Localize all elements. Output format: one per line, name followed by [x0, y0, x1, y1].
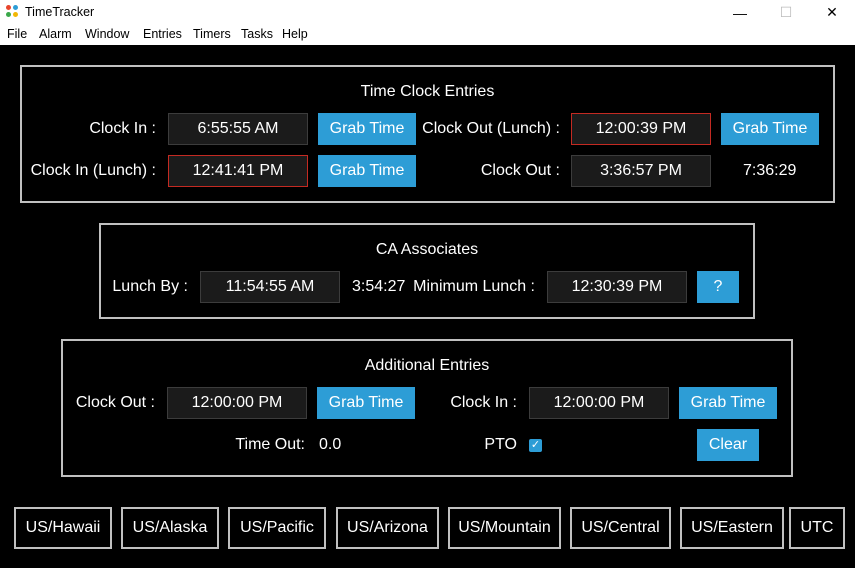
timezone-us-mountain-button[interactable]: US/Mountain — [448, 507, 561, 549]
pto-label: PTO — [484, 436, 517, 453]
lunch-by-label: Lunch By : — [112, 278, 188, 295]
ca-associates-title: CA Associates — [375, 241, 479, 258]
menu-bar: File Alarm Window Entries Timers Tasks H… — [0, 25, 855, 45]
minimize-button[interactable]: — — [717, 0, 763, 25]
additional-clock-out-label: Clock Out : — [75, 394, 155, 411]
app-icon — [6, 5, 19, 18]
menu-entries[interactable]: Entries — [143, 27, 182, 41]
clock-in-field[interactable]: 6:55:55 AM — [168, 113, 308, 145]
timezone-utc-button[interactable]: UTC — [789, 507, 845, 549]
clock-out-label: Clock Out : — [480, 162, 560, 179]
clock-in-grab-time-button[interactable]: Grab Time — [318, 113, 416, 145]
lunch-by-field[interactable]: 11:54:55 AM — [200, 271, 340, 303]
clock-in-label: Clock In : — [89, 120, 156, 137]
menu-file[interactable]: File — [7, 27, 27, 41]
window-title: TimeTracker — [25, 5, 95, 19]
additional-clock-in-grab-time-button[interactable]: Grab Time — [679, 387, 777, 419]
minimum-lunch-field[interactable]: 12:30:39 PM — [547, 271, 687, 303]
menu-tasks[interactable]: Tasks — [241, 27, 273, 41]
timezone-us-arizona-button[interactable]: US/Arizona — [336, 507, 439, 549]
close-button[interactable]: ✕ — [809, 0, 855, 25]
minimum-lunch-label: Minimum Lunch : — [413, 278, 535, 295]
lunch-remaining-value: 3:54:27 — [352, 278, 406, 295]
clear-button[interactable]: Clear — [697, 429, 759, 461]
maximize-button[interactable]: ☐ — [763, 0, 809, 25]
title-bar: TimeTracker — ☐ ✕ — [0, 0, 855, 25]
menu-help[interactable]: Help — [282, 27, 308, 41]
total-hours-value: 7:36:29 — [743, 162, 797, 179]
clock-out-field[interactable]: 3:36:57 PM — [571, 155, 711, 187]
time-out-label: Time Out: — [235, 436, 305, 453]
time-out-value: 0.0 — [319, 436, 342, 453]
menu-timers[interactable]: Timers — [193, 27, 231, 41]
additional-clock-out-field[interactable]: 12:00:00 PM — [167, 387, 307, 419]
additional-clock-out-grab-time-button[interactable]: Grab Time — [317, 387, 415, 419]
clock-out-lunch-label: Clock Out (Lunch) : — [422, 120, 560, 137]
timezone-us-eastern-button[interactable]: US/Eastern — [680, 507, 784, 549]
menu-alarm[interactable]: Alarm — [39, 27, 72, 41]
time-clock-entries-title: Time Clock Entries — [360, 83, 495, 100]
clock-out-lunch-grab-time-button[interactable]: Grab Time — [721, 113, 819, 145]
timezone-us-central-button[interactable]: US/Central — [570, 507, 671, 549]
clock-in-lunch-field[interactable]: 12:41:41 PM — [168, 155, 308, 187]
timezone-us-alaska-button[interactable]: US/Alaska — [121, 507, 219, 549]
additional-entries-title: Additional Entries — [364, 357, 490, 374]
checkmark-icon: ✓ — [530, 439, 541, 451]
menu-window[interactable]: Window — [85, 27, 129, 41]
timezone-us-pacific-button[interactable]: US/Pacific — [228, 507, 326, 549]
clock-in-lunch-label: Clock In (Lunch) : — [30, 162, 156, 179]
pto-checkbox[interactable]: ✓ — [529, 439, 542, 452]
clock-in-lunch-grab-time-button[interactable]: Grab Time — [318, 155, 416, 187]
additional-clock-in-label: Clock In : — [450, 394, 517, 411]
additional-clock-in-field[interactable]: 12:00:00 PM — [529, 387, 669, 419]
help-button[interactable]: ? — [697, 271, 739, 303]
timezone-us-hawaii-button[interactable]: US/Hawaii — [14, 507, 112, 549]
clock-out-lunch-field[interactable]: 12:00:39 PM — [571, 113, 711, 145]
